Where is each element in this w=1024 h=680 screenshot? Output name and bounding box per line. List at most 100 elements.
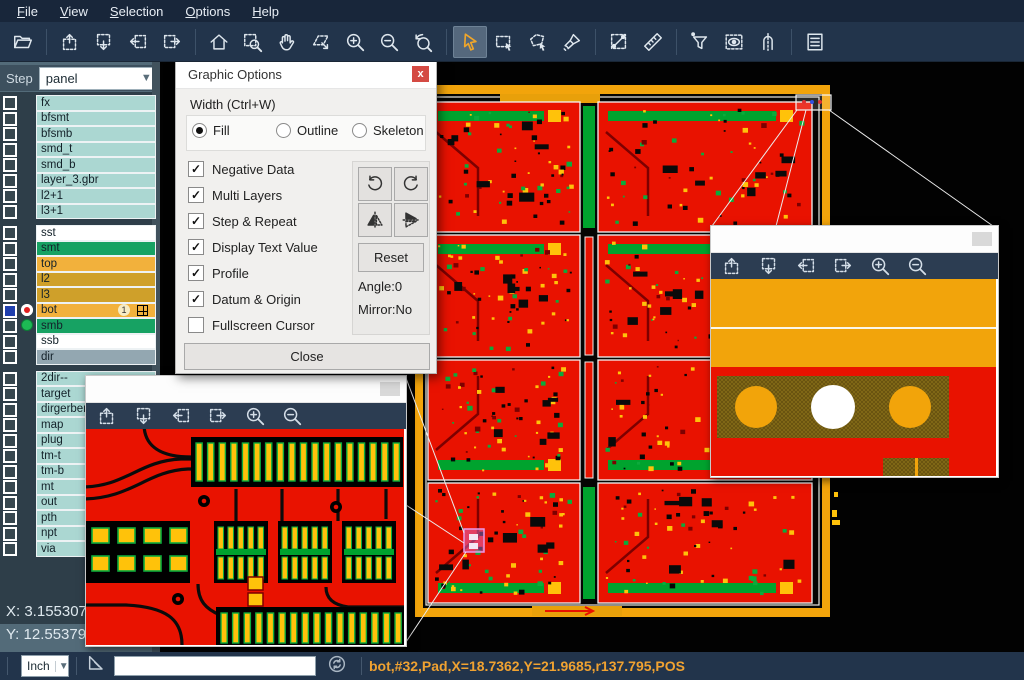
layer-checkbox[interactable] bbox=[3, 158, 17, 172]
zoom-out-icon[interactable] bbox=[372, 26, 406, 58]
menu-view[interactable]: View bbox=[51, 2, 97, 21]
zoom-in-icon[interactable] bbox=[243, 404, 267, 428]
magnifier-window-corner[interactable] bbox=[710, 225, 999, 478]
checkbox-datum-origin[interactable]: ✓Datum & Origin bbox=[188, 291, 301, 307]
checkbox-multi-layers[interactable]: ✓Multi Layers bbox=[188, 187, 282, 203]
layer-checkbox[interactable] bbox=[3, 465, 17, 479]
magnifier-titlebar[interactable] bbox=[711, 226, 998, 253]
layer-name[interactable]: bfsmt bbox=[36, 111, 156, 127]
open-folder-icon[interactable] bbox=[6, 26, 40, 58]
layer-name[interactable]: dir bbox=[36, 349, 156, 365]
zoom-out-icon[interactable] bbox=[905, 254, 929, 278]
magnifier-titlebar[interactable] bbox=[86, 376, 406, 403]
drag-view-icon[interactable] bbox=[304, 26, 338, 58]
layer-name[interactable]: l2 bbox=[36, 272, 156, 288]
layer-name[interactable]: smb bbox=[36, 318, 156, 334]
pan-left-icon[interactable] bbox=[121, 26, 155, 58]
checkbox-profile[interactable]: ✓Profile bbox=[188, 265, 249, 281]
layer-checkbox[interactable] bbox=[3, 403, 17, 417]
filter-icon[interactable] bbox=[683, 26, 717, 58]
layer-checkbox[interactable] bbox=[3, 387, 17, 401]
layer-name[interactable]: bfsmb bbox=[36, 126, 156, 142]
step-select[interactable]: panel ▼ bbox=[39, 67, 157, 90]
checkbox-display-text-value[interactable]: ✓Display Text Value bbox=[188, 239, 318, 255]
pan-hand-icon[interactable] bbox=[270, 26, 304, 58]
layer-checkbox[interactable] bbox=[3, 434, 17, 448]
step-repeat-grid-icon[interactable] bbox=[137, 305, 148, 316]
layer-checkbox[interactable] bbox=[3, 527, 17, 541]
layer-name[interactable]: smd_b bbox=[36, 157, 156, 173]
pan-down-icon[interactable] bbox=[757, 254, 781, 278]
command-input[interactable] bbox=[114, 656, 316, 676]
layer-checkbox[interactable] bbox=[3, 96, 17, 110]
layer-checkbox[interactable] bbox=[3, 480, 17, 494]
layer-checkbox[interactable] bbox=[3, 273, 17, 287]
dialog-titlebar[interactable]: Graphic Options bbox=[176, 61, 436, 89]
pan-down-icon[interactable] bbox=[132, 404, 156, 428]
zoom-in-icon[interactable] bbox=[338, 26, 372, 58]
layer-indicator-green-icon[interactable] bbox=[21, 319, 33, 331]
layer-checkbox[interactable] bbox=[3, 319, 17, 333]
layer-name[interactable]: top bbox=[36, 256, 156, 272]
rotate-ccw-button[interactable] bbox=[394, 167, 428, 201]
layer-name[interactable]: sst bbox=[36, 225, 156, 241]
zoom-previous-icon[interactable] bbox=[406, 26, 440, 58]
radio-skeleton[interactable]: Skeleton bbox=[352, 123, 424, 138]
pan-down-icon[interactable] bbox=[87, 26, 121, 58]
layer-checkbox[interactable] bbox=[3, 350, 17, 364]
layer-checkbox[interactable] bbox=[3, 496, 17, 510]
report-icon[interactable] bbox=[798, 26, 832, 58]
measure-point-icon[interactable] bbox=[602, 26, 636, 58]
menu-options[interactable]: Options bbox=[176, 2, 239, 21]
pan-up-icon[interactable] bbox=[720, 254, 744, 278]
clean-brush-icon[interactable] bbox=[555, 26, 589, 58]
layer-checkbox[interactable] bbox=[3, 174, 17, 188]
select-poly-icon[interactable] bbox=[521, 26, 555, 58]
view-area-icon[interactable] bbox=[717, 26, 751, 58]
pan-up-icon[interactable] bbox=[95, 404, 119, 428]
pan-left-icon[interactable] bbox=[169, 404, 193, 428]
layer-name[interactable]: smt bbox=[36, 241, 156, 257]
layer-name[interactable]: l2+1 bbox=[36, 188, 156, 204]
layer-checkbox[interactable] bbox=[3, 542, 17, 556]
layer-name[interactable]: smd_t bbox=[36, 142, 156, 158]
select-icon[interactable] bbox=[453, 26, 487, 58]
pan-left-icon[interactable] bbox=[794, 254, 818, 278]
reset-button[interactable]: Reset bbox=[358, 243, 424, 272]
refresh-icon[interactable] bbox=[326, 653, 348, 680]
layer-checkbox[interactable] bbox=[3, 226, 17, 240]
pan-right-icon[interactable] bbox=[206, 404, 230, 428]
mirror-y-button[interactable] bbox=[394, 203, 428, 237]
rotate-cw-button[interactable] bbox=[358, 167, 392, 201]
layer-name[interactable]: l3 bbox=[36, 287, 156, 303]
layer-name[interactable]: ssb bbox=[36, 334, 156, 350]
popup-collapse-button[interactable] bbox=[380, 382, 400, 396]
layer-checkbox[interactable] bbox=[3, 205, 17, 219]
layer-checkbox[interactable] bbox=[3, 304, 17, 318]
close-button[interactable]: Close bbox=[184, 343, 430, 370]
layer-checkbox[interactable] bbox=[3, 511, 17, 525]
layer-checkbox[interactable] bbox=[3, 257, 17, 271]
pan-right-icon[interactable] bbox=[155, 26, 189, 58]
unit-select[interactable]: Inch ▼ bbox=[21, 655, 69, 677]
layer-indicator-red-icon[interactable] bbox=[21, 304, 33, 316]
close-icon[interactable]: x bbox=[412, 66, 429, 82]
mirror-x-button[interactable] bbox=[358, 203, 392, 237]
pan-up-icon[interactable] bbox=[53, 26, 87, 58]
checkbox-step-repeat[interactable]: ✓Step & Repeat bbox=[188, 213, 297, 229]
layer-checkbox[interactable] bbox=[3, 242, 17, 256]
layer-checkbox[interactable] bbox=[3, 449, 17, 463]
zoom-out-icon[interactable] bbox=[280, 404, 304, 428]
layer-name[interactable]: fx bbox=[36, 95, 156, 111]
layer-checkbox[interactable] bbox=[3, 189, 17, 203]
menu-selection[interactable]: Selection bbox=[101, 2, 172, 21]
snap-contour-icon[interactable] bbox=[751, 26, 785, 58]
pan-right-icon[interactable] bbox=[831, 254, 855, 278]
select-rect-icon[interactable] bbox=[487, 26, 521, 58]
zoom-window-icon[interactable] bbox=[236, 26, 270, 58]
magnifier-window-detail[interactable] bbox=[85, 375, 407, 647]
zoom-in-icon[interactable] bbox=[868, 254, 892, 278]
checkbox-fullscreen-cursor[interactable]: Fullscreen Cursor bbox=[188, 317, 315, 333]
checkbox-negative-data[interactable]: ✓Negative Data bbox=[188, 161, 294, 177]
popup-collapse-button[interactable] bbox=[972, 232, 992, 246]
